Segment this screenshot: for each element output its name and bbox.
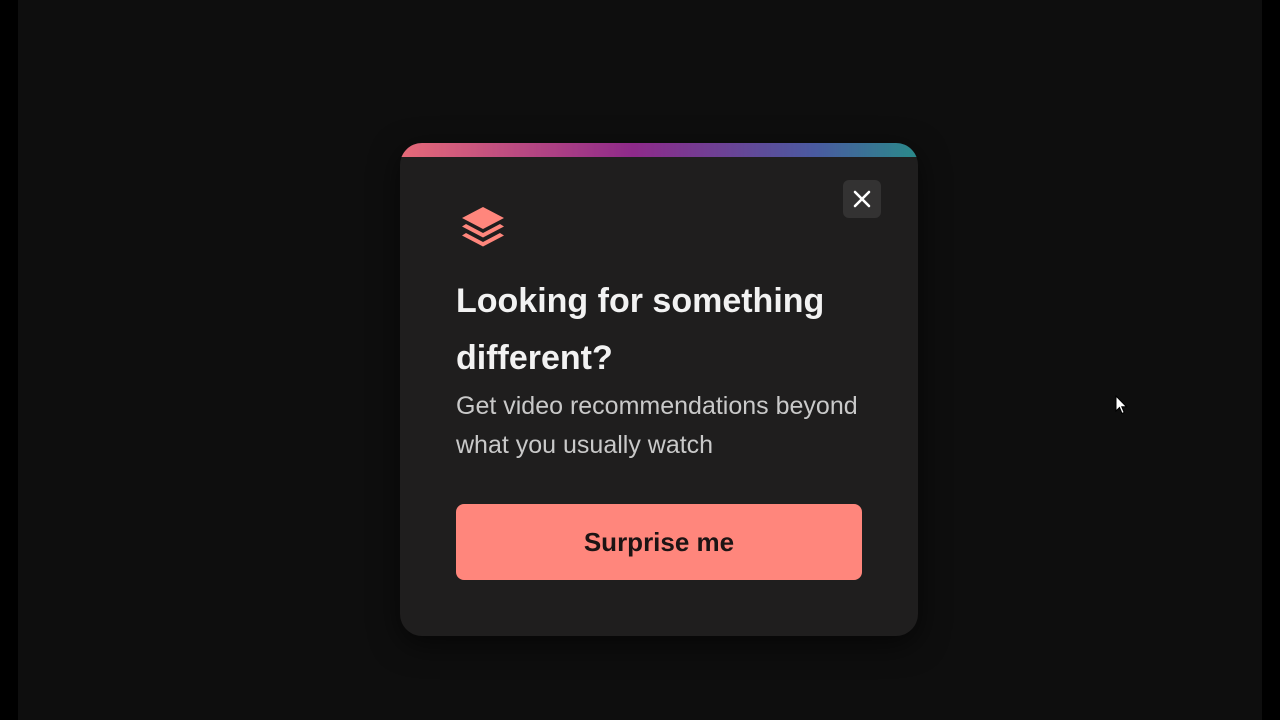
close-button[interactable] bbox=[843, 180, 881, 218]
close-icon bbox=[853, 190, 871, 208]
surprise-me-button[interactable]: Surprise me bbox=[456, 504, 862, 580]
app-background: Looking for something different? Get vid… bbox=[18, 0, 1262, 720]
dialog-title: Looking for something different? bbox=[456, 282, 825, 377]
dialog-subtitle: Get video recommendations beyond what yo… bbox=[456, 392, 858, 459]
mouse-cursor-icon bbox=[1115, 395, 1128, 415]
gradient-accent-bar bbox=[400, 143, 918, 157]
recommendation-dialog: Looking for something different? Get vid… bbox=[400, 143, 918, 636]
layers-icon bbox=[462, 207, 504, 247]
